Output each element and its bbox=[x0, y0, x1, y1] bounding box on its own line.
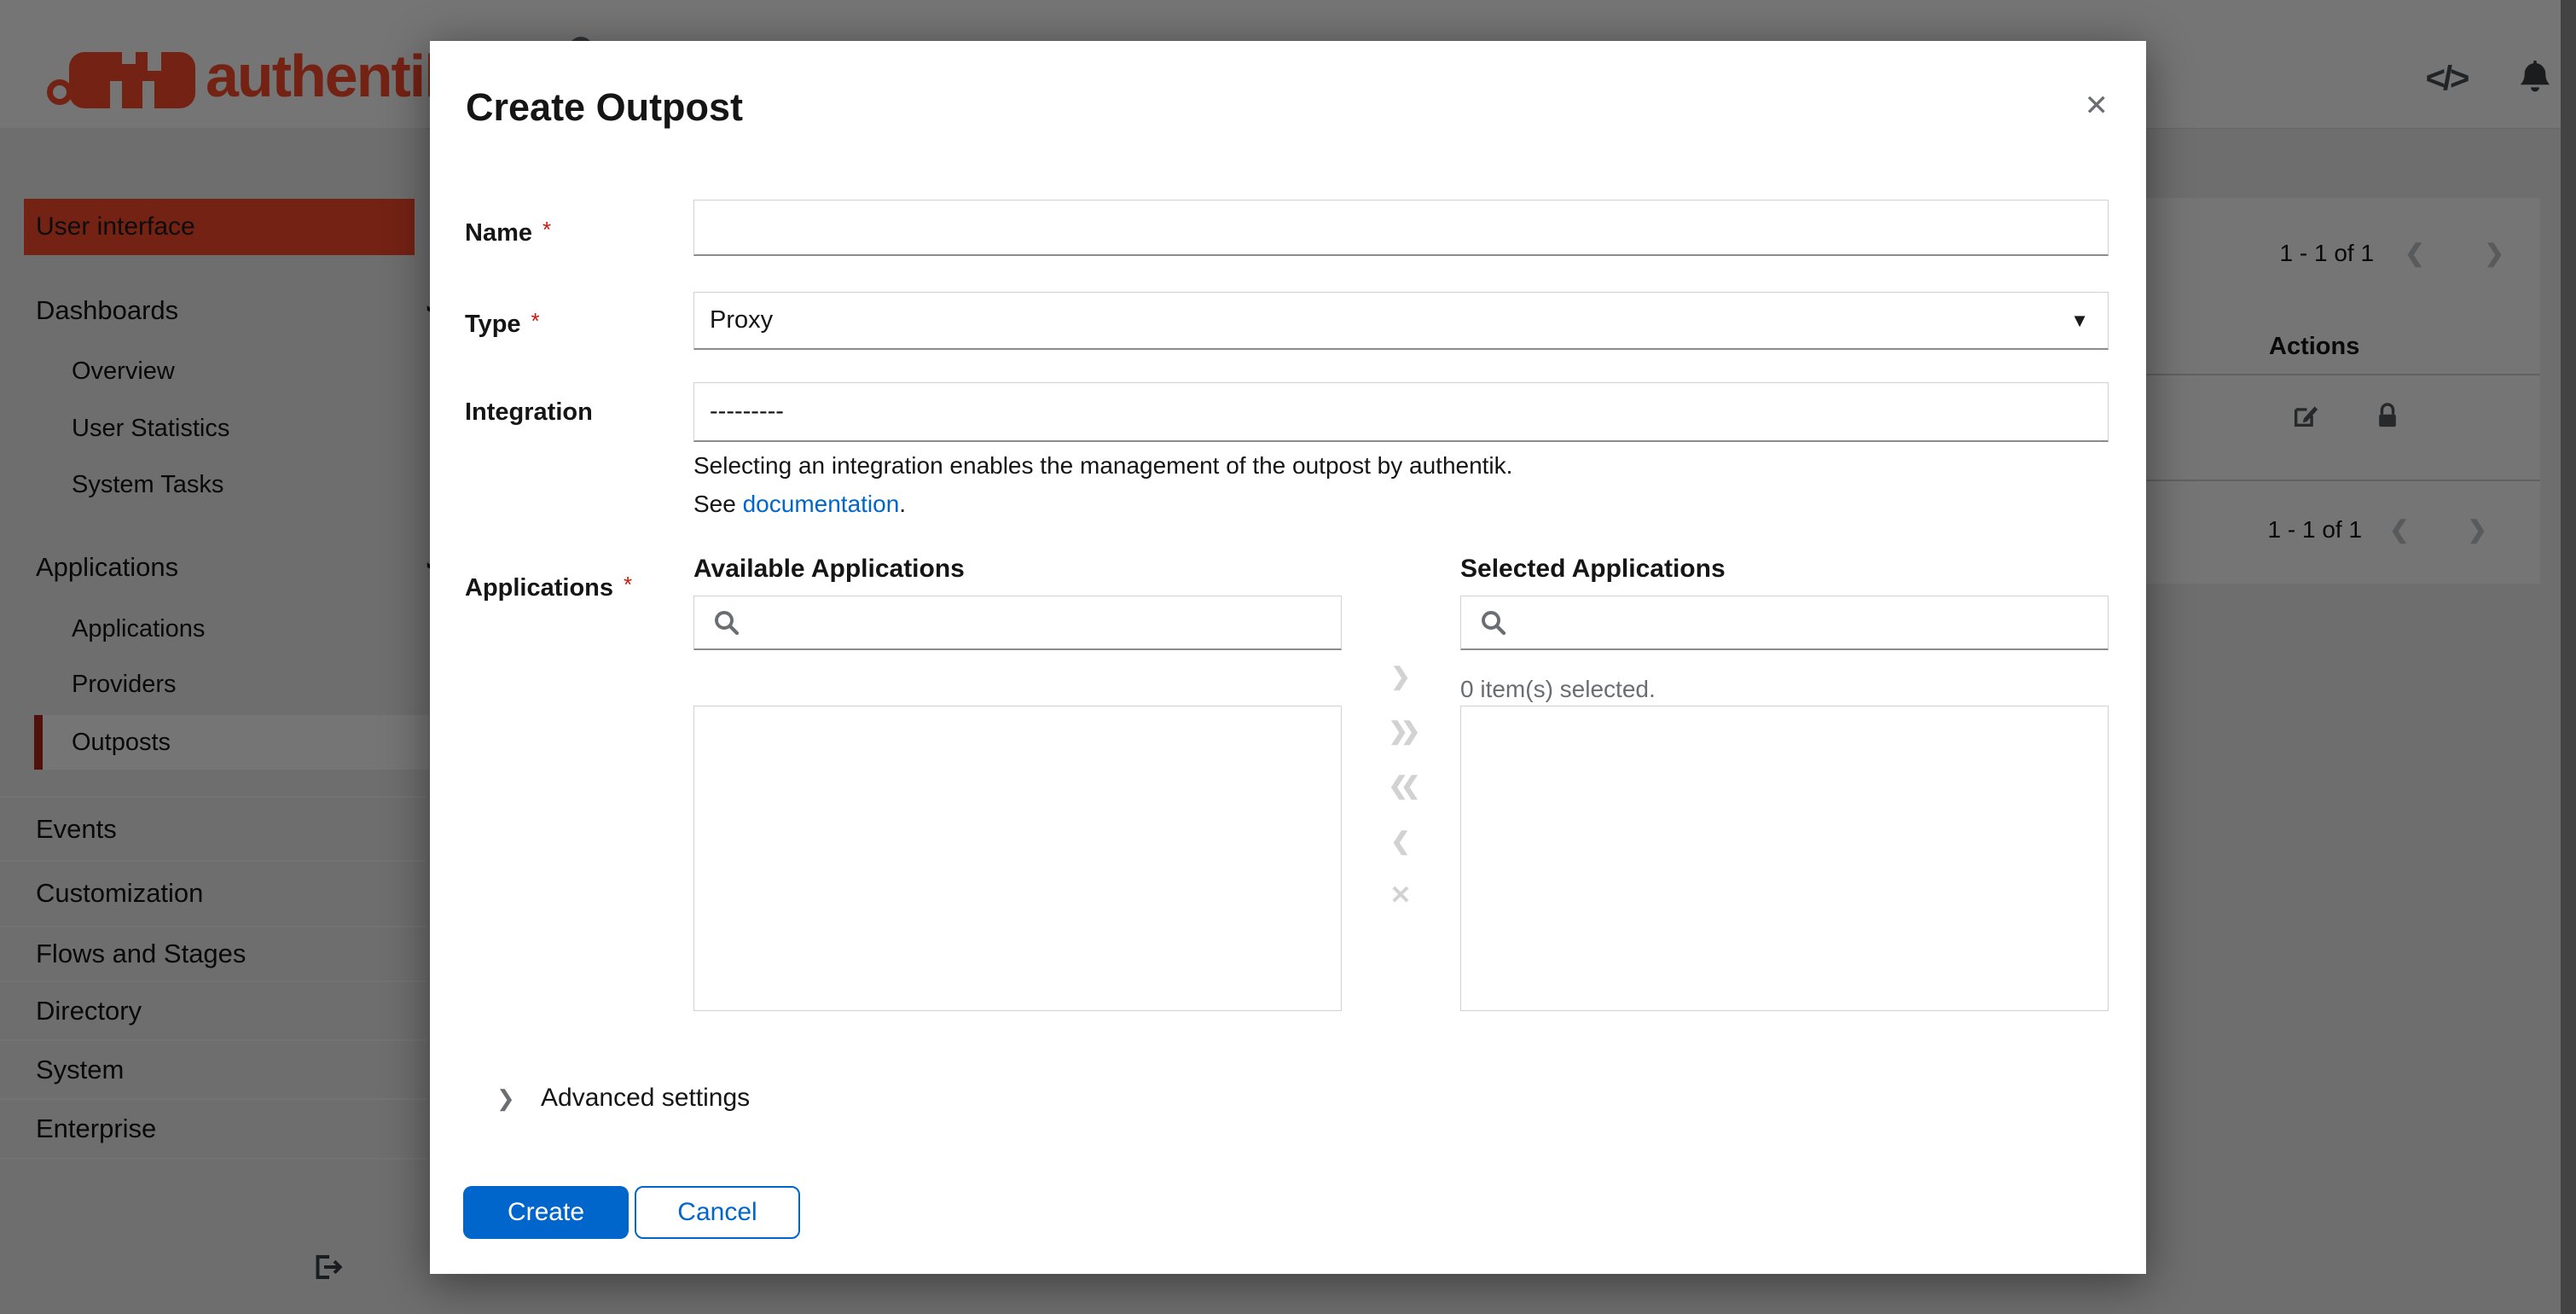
move-all-left-button[interactable]: ❮❮ bbox=[1373, 771, 1436, 799]
create-button[interactable]: Create bbox=[463, 1186, 629, 1239]
clear-selection-button[interactable]: ✕ bbox=[1373, 881, 1428, 910]
selected-applications-title: Selected Applications bbox=[1460, 555, 1726, 583]
create-outpost-modal: Create Outpost ✕ Name * Type * Proxy ▼ Int… bbox=[430, 41, 2146, 1274]
type-select[interactable]: Proxy ▼ bbox=[693, 292, 2109, 350]
move-right-button[interactable]: ❯ bbox=[1373, 662, 1428, 690]
move-all-right-button[interactable]: ❯❯ bbox=[1373, 717, 1436, 745]
documentation-link[interactable]: documentation bbox=[743, 491, 900, 517]
name-input[interactable] bbox=[693, 200, 2109, 256]
type-label: Type * bbox=[465, 308, 540, 338]
available-applications-listbox[interactable] bbox=[693, 706, 1342, 1011]
chevron-down-icon: ▼ bbox=[2070, 309, 2089, 331]
required-marker: * bbox=[624, 572, 633, 597]
advanced-settings-toggle[interactable]: Advanced settings bbox=[541, 1084, 750, 1113]
chevron-right-icon: ❯ bbox=[496, 1085, 515, 1111]
required-marker: * bbox=[531, 308, 540, 334]
integration-help-text: Selecting an integration enables the man… bbox=[693, 452, 1513, 479]
available-search-input[interactable] bbox=[693, 596, 1342, 650]
integration-select[interactable]: --------- bbox=[693, 382, 2109, 442]
cancel-button[interactable]: Cancel bbox=[635, 1186, 800, 1239]
modal-title: Create Outpost bbox=[466, 85, 744, 129]
selected-applications-listbox[interactable] bbox=[1460, 706, 2109, 1011]
selected-count-text: 0 item(s) selected. bbox=[1460, 676, 1656, 702]
available-applications-title: Available Applications bbox=[693, 555, 965, 583]
search-icon bbox=[715, 610, 740, 635]
required-marker: * bbox=[542, 217, 552, 242]
close-icon[interactable]: ✕ bbox=[2085, 89, 2109, 123]
selected-search-input[interactable] bbox=[1460, 596, 2109, 650]
name-label: Name * bbox=[465, 217, 552, 247]
integration-label: Integration bbox=[465, 398, 593, 426]
integration-help-docs: See documentation. bbox=[693, 491, 907, 517]
authentik-admin-app: authentik </> User interface Dashboards … bbox=[0, 0, 2576, 1314]
search-icon bbox=[1482, 610, 1506, 635]
move-left-button[interactable]: ❮ bbox=[1373, 827, 1428, 855]
applications-label: Applications * bbox=[465, 572, 633, 602]
